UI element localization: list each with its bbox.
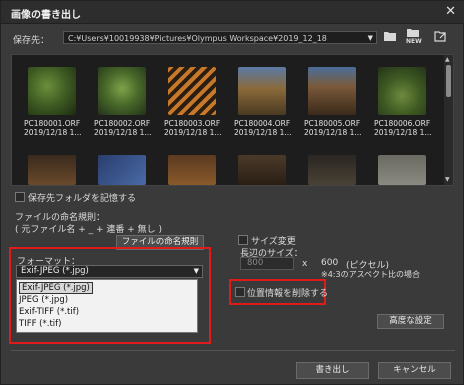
thumbnail-date: 2019/12/18 1... [94, 128, 152, 137]
aspect-note: ※4:3のアスペクト比の場合 [321, 270, 421, 279]
folder-browse-button[interactable] [383, 30, 397, 45]
photo-thumbnail[interactable] [238, 155, 286, 185]
save-to-label: 保存先： [13, 36, 50, 46]
thumbnail-scrollbar[interactable]: ▲ ▼ [444, 55, 453, 185]
scroll-down-icon[interactable]: ▼ [445, 176, 450, 183]
title-bar: 画像の書き出し ✕ [1, 1, 464, 24]
thumbnail-filename: PC180001.ORF [24, 119, 81, 128]
remove-location-checkbox[interactable] [235, 287, 245, 297]
thumbnail-filename: PC180005.ORF [304, 119, 361, 128]
export-button[interactable]: 書き出し [296, 362, 369, 379]
thumbnail-filename: PC180002.ORF [94, 119, 151, 128]
thumbnail-item[interactable]: PC180002.ORF 2019/12/18 1... [94, 67, 152, 137]
naming-rule-example: ( 元ファイル名 + _ + 連番 + 無し ) [15, 225, 163, 235]
open-explorer-button[interactable] [434, 29, 448, 46]
format-option[interactable]: JPEG (*.jpg) [19, 295, 68, 305]
photo-thumbnail [308, 67, 356, 115]
photo-thumbnail[interactable] [378, 155, 426, 185]
scroll-up-icon[interactable]: ▲ [445, 56, 450, 63]
new-folder-button[interactable]: NEW [405, 28, 422, 45]
thumbnail-filename: PC180003.ORF [164, 119, 221, 128]
save-path-value: C:¥Users¥10019938¥Pictures¥Olympus Works… [68, 34, 327, 43]
new-folder-label: NEW [406, 38, 422, 45]
format-option[interactable]: Exif-TIFF (*.tif) [19, 307, 79, 317]
thumbnail-date: 2019/12/18 1... [24, 128, 82, 137]
width-input[interactable]: 800 [240, 257, 294, 270]
format-option[interactable]: TIFF (*.tif) [19, 319, 61, 329]
thumbnail-item[interactable]: PC180006.ORF 2019/12/18 1... [374, 67, 432, 137]
chevron-down-icon: ▼ [367, 34, 373, 42]
photo-thumbnail[interactable] [168, 155, 216, 185]
thumbnail-item[interactable]: PC180001.ORF 2019/12/18 1... [24, 67, 82, 137]
photo-thumbnail[interactable] [308, 155, 356, 185]
format-dropdown-list[interactable]: Exif-JPEG (*.jpg) JPEG (*.jpg) Exif-TIFF… [16, 279, 198, 333]
save-path-select[interactable]: C:¥Users¥10019938¥Pictures¥Olympus Works… [63, 31, 377, 44]
photo-thumbnail [98, 67, 146, 115]
thumbnail-item[interactable]: PC180003.ORF 2019/12/18 1... [164, 67, 222, 137]
chevron-down-icon: ▼ [193, 267, 199, 275]
photo-thumbnail [28, 67, 76, 115]
format-select[interactable]: Exif-JPEG (*.jpg) ▼ [16, 265, 203, 278]
remove-location-label: 位置情報を削除する [247, 289, 329, 299]
cancel-button[interactable]: キャンセル [378, 362, 451, 379]
advanced-settings-button[interactable]: 高度な設定 [377, 314, 444, 329]
folder-icon [384, 32, 396, 41]
thumbnail-date: 2019/12/18 1... [374, 128, 432, 137]
photo-thumbnail [238, 67, 286, 115]
thumbnail-item[interactable]: PC180005.ORF 2019/12/18 1... [304, 67, 362, 137]
thumbnail-date: 2019/12/18 1... [234, 128, 292, 137]
remember-folder-label: 保存先フォルダを記憶する [28, 194, 137, 204]
format-selected-value: Exif-JPEG (*.jpg) [21, 266, 89, 276]
divider [11, 350, 455, 351]
open-folder-arrow-icon [434, 31, 446, 42]
dialog-title: 画像の書き出し [11, 10, 81, 21]
photo-thumbnail[interactable] [98, 155, 146, 185]
height-value: 600 [321, 258, 339, 268]
photo-thumbnail[interactable] [28, 155, 76, 185]
thumbnail-filename: PC180006.ORF [374, 119, 431, 128]
remember-folder-checkbox[interactable] [15, 192, 25, 202]
thumbnail-filename: PC180004.ORF [234, 119, 291, 128]
photo-thumbnail [168, 67, 216, 115]
resize-checkbox[interactable] [238, 235, 248, 245]
format-option[interactable]: Exif-JPEG (*.jpg) [19, 282, 93, 294]
thumbnail-date: 2019/12/18 1... [304, 128, 362, 137]
photo-thumbnail [378, 67, 426, 115]
times-label: x [302, 259, 308, 269]
scrollbar-thumb[interactable] [446, 65, 451, 97]
close-icon[interactable]: ✕ [445, 4, 456, 19]
thumbnail-item[interactable]: PC180004.ORF 2019/12/18 1... [234, 67, 292, 137]
export-dialog: 画像の書き出し ✕ 保存先： C:¥Users¥10019938¥Picture… [0, 0, 464, 385]
new-folder-icon [407, 29, 419, 37]
thumbnail-date: 2019/12/18 1... [164, 128, 222, 137]
thumbnail-grid[interactable]: PC180001.ORF 2019/12/18 1... PC180002.OR… [11, 54, 454, 186]
